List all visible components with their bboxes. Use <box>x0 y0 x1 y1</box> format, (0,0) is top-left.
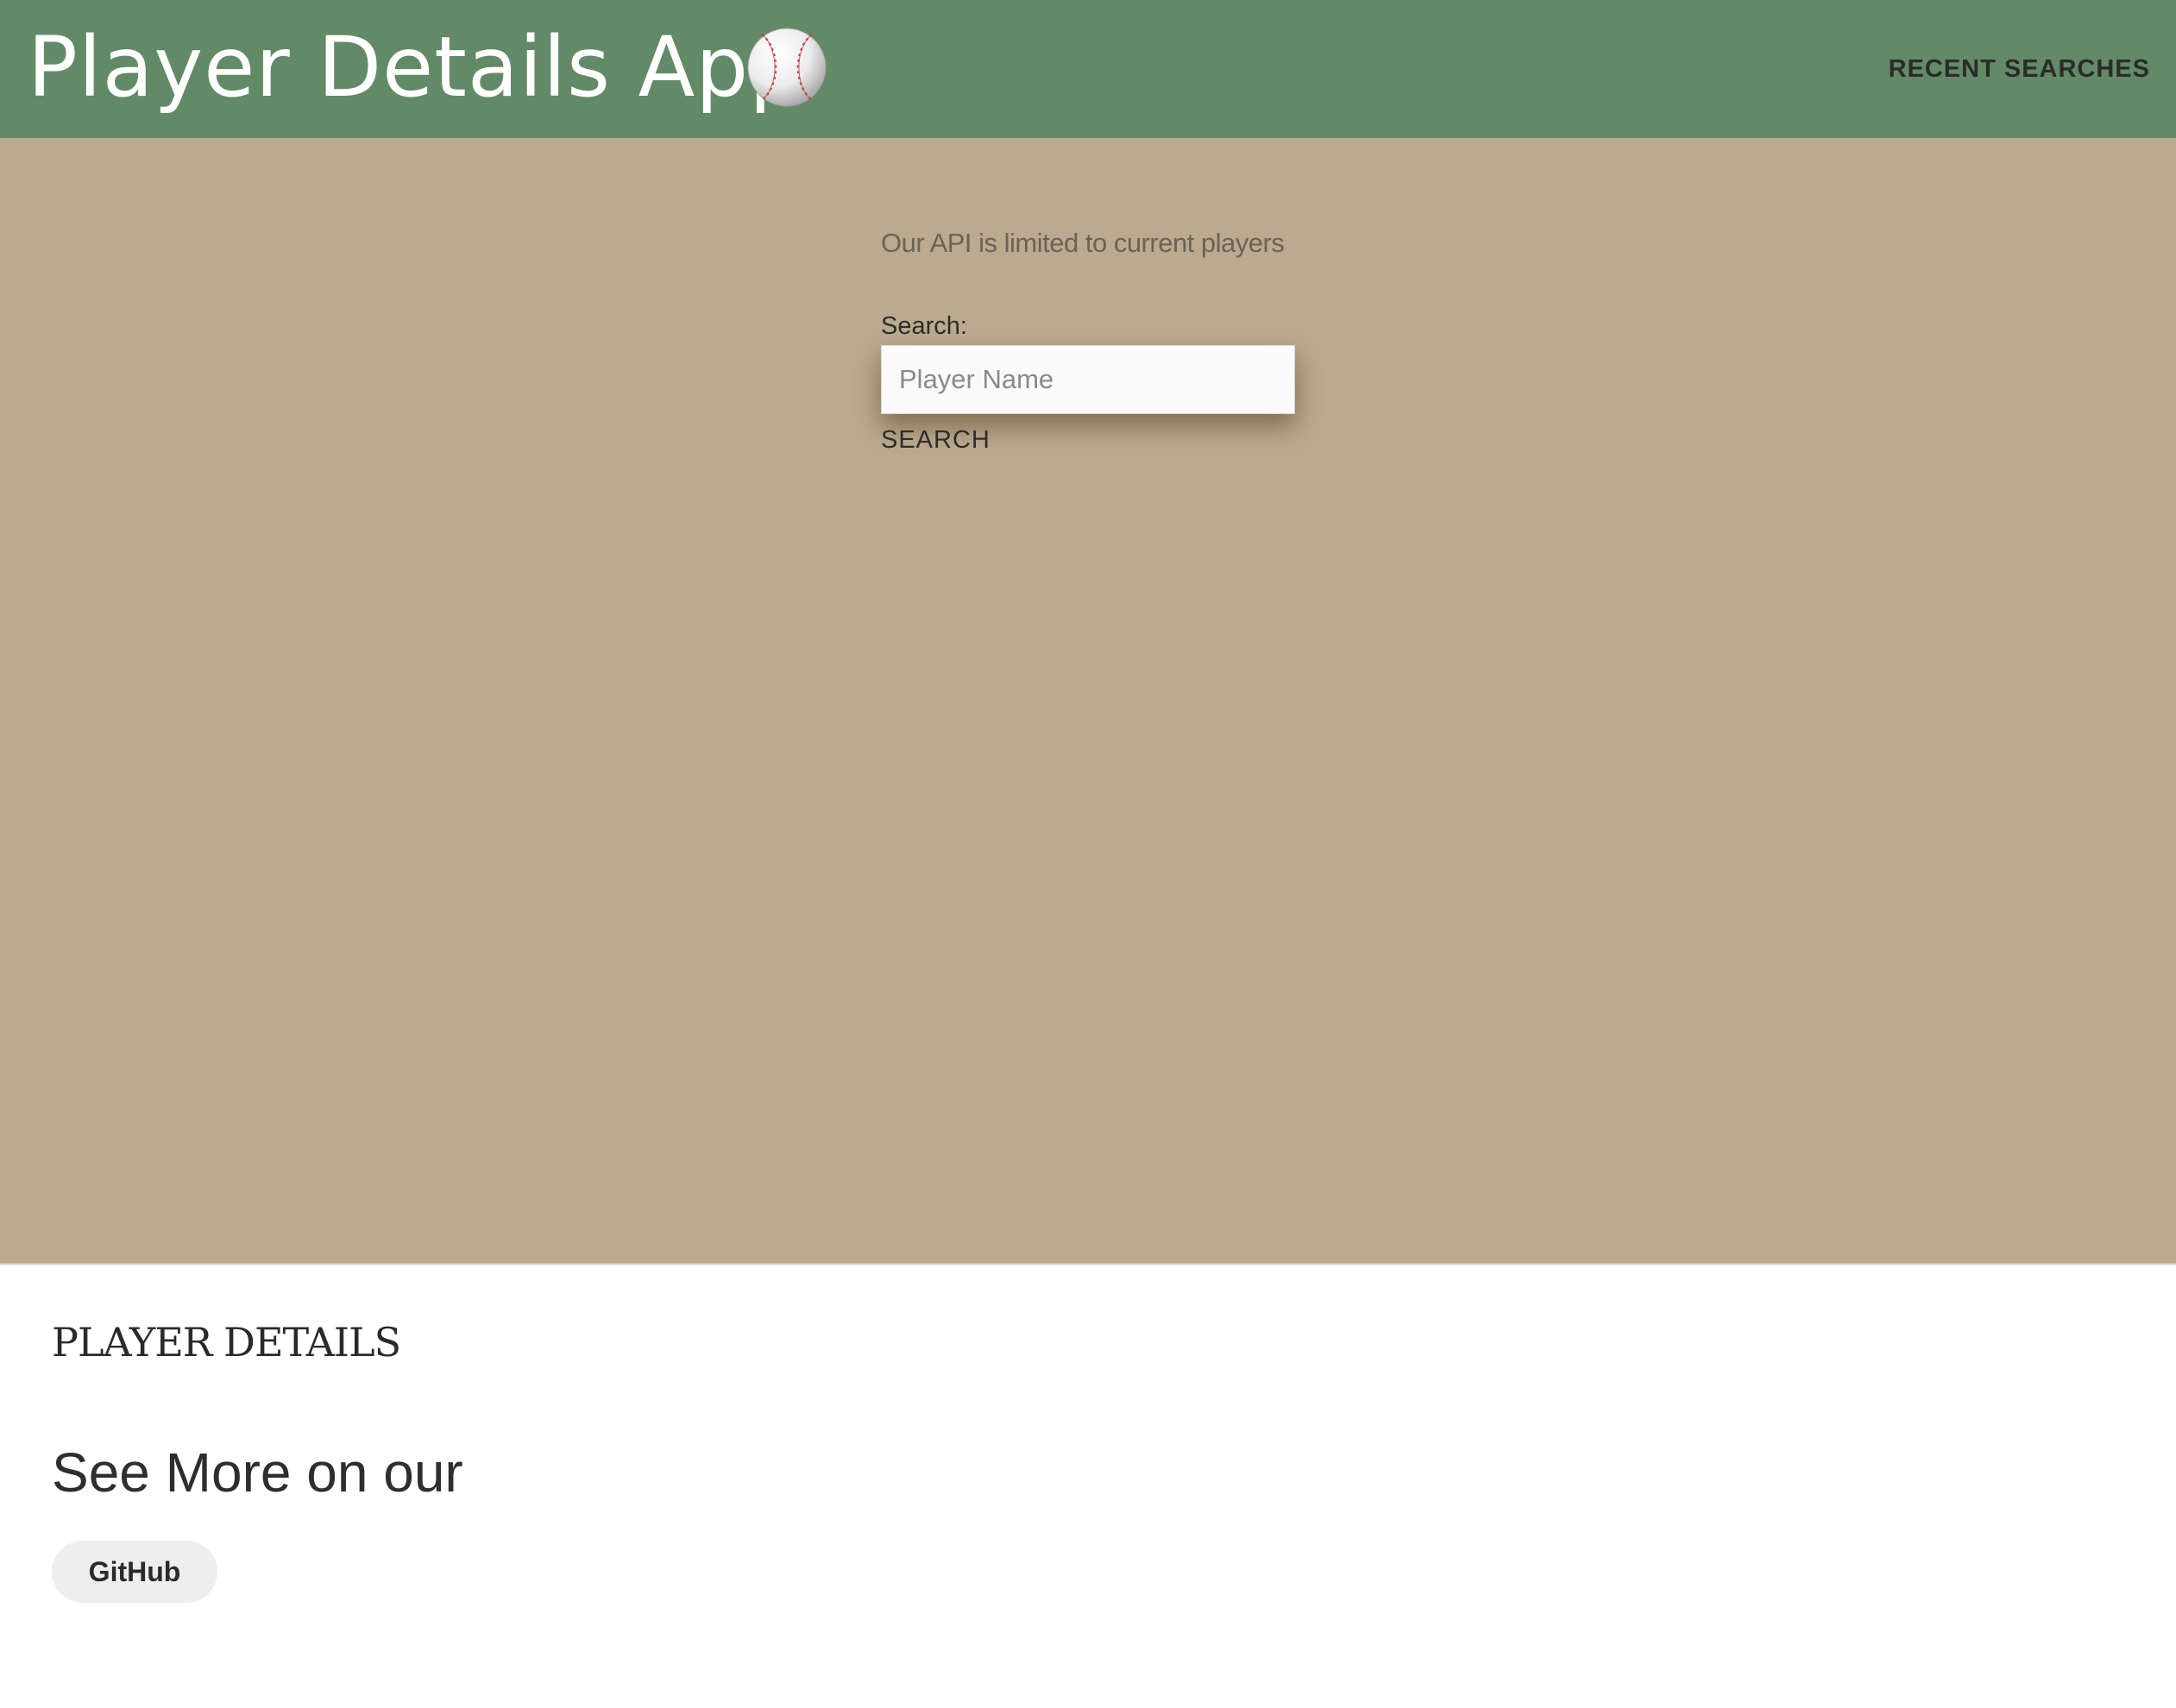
search-label: Search: <box>881 312 967 340</box>
see-more-text: See More on our <box>52 1441 463 1504</box>
search-section: Our API is limited to current players Se… <box>0 138 2176 1265</box>
recent-searches-link[interactable]: RECENT SEARCHES <box>1889 52 2150 86</box>
app-header: Player Details App RECENT SEARCHES <box>0 0 2176 138</box>
app-title: Player Details App <box>28 19 803 116</box>
api-limit-note: Our API is limited to current players <box>881 228 1285 258</box>
github-button[interactable]: GitHub <box>52 1541 217 1603</box>
player-name-input[interactable] <box>881 345 1295 414</box>
player-details-heading: PLAYER DETAILS <box>52 1319 401 1366</box>
search-button[interactable]: SEARCH <box>881 423 991 457</box>
baseball-icon <box>747 28 827 107</box>
